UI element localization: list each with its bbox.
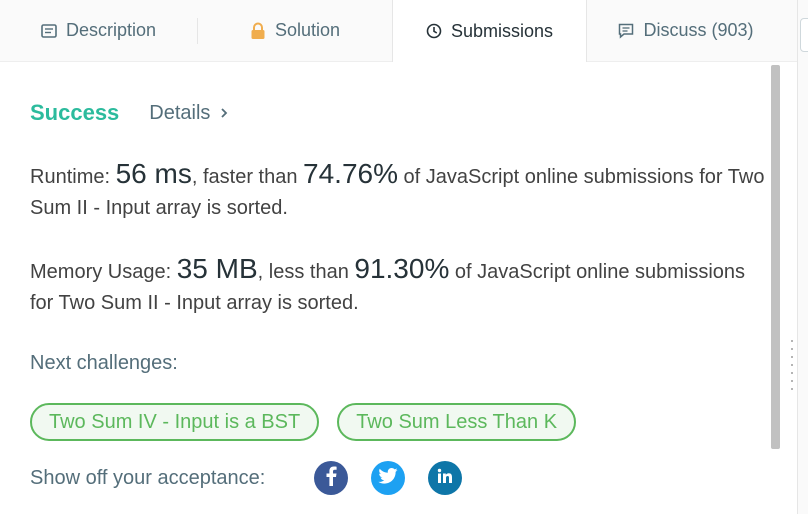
twitter-icon [378,467,398,489]
tab-submissions[interactable]: Submissions [392,0,587,62]
clock-icon [426,23,442,39]
facebook-icon [324,466,338,491]
runtime-comparison: , faster than [191,166,304,188]
tab-label: Description [65,20,157,40]
comment-icon [618,23,634,39]
memory-value: 35 MB [176,253,258,284]
tab-label: Submissions [450,20,554,41]
runtime-stats: Runtime: 56 ms, faster than 74.76% of Ja… [30,158,770,224]
details-link[interactable]: Details [149,102,228,125]
memory-label: Memory Usage: [30,261,177,283]
tab-label: Discuss (903) [643,20,754,40]
runtime-value: 56 ms [115,158,192,189]
tab-label: Solution [274,20,341,40]
tab-solution[interactable]: Solution [198,0,392,61]
scrollbar-thumb[interactable] [771,65,780,449]
linkedin-icon [437,468,453,489]
share-row: Show off your acceptance: [30,461,485,495]
twitter-share-button[interactable] [371,461,405,495]
challenge-chip[interactable]: Two Sum Less Than K [337,403,577,441]
challenge-chip[interactable]: Two Sum IV - Input is a BST [30,403,320,441]
tab-bar: Description Solution Submissions Discuss… [0,0,797,62]
runtime-percent: 74.76% [303,158,398,189]
tab-description[interactable]: Description [0,0,197,61]
resize-handle[interactable] [791,340,793,396]
lock-icon [250,22,266,40]
facebook-share-button[interactable] [314,461,348,495]
memory-stats: Memory Usage: 35 MB, less than 91.30% of… [30,253,770,319]
panel-toggle-button[interactable] [800,18,808,52]
chevron-right-icon [220,107,228,119]
status-result: Success [30,100,120,125]
tab-discuss[interactable]: Discuss (903) [587,0,785,61]
share-label: Show off your acceptance: [30,466,266,489]
side-panel-edge [797,0,808,514]
runtime-label: Runtime: [30,166,116,188]
status-row: Success Details [30,100,228,126]
memory-percent: 91.30% [354,253,450,284]
next-challenges-label: Next challenges: [30,352,178,374]
linkedin-share-button[interactable] [428,461,462,495]
scrollbar[interactable] [770,62,781,514]
details-label: Details [149,101,211,124]
description-icon [41,23,57,38]
memory-comparison: , less than [257,261,355,283]
next-challenges-list: Two Sum IV - Input is a BST Two Sum Less… [30,403,594,441]
